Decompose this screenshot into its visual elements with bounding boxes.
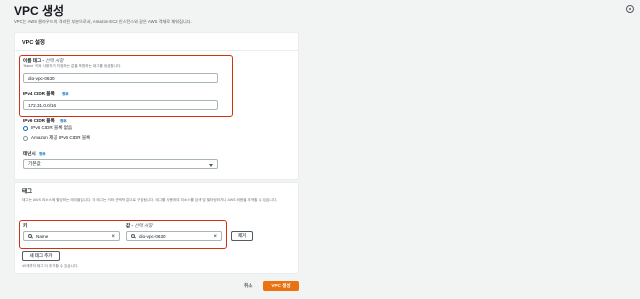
ipv6-option-none-label: IPv6 CIDR 블록 없음	[31, 125, 73, 130]
page-title: VPC 생성	[14, 4, 65, 18]
tag-value-optional: 선택 사항	[134, 223, 153, 228]
ipv4-info-link[interactable]: 정보	[62, 92, 69, 97]
cancel-button[interactable]: 취소	[244, 283, 252, 289]
ipv4-cidr-label: IPv4 CIDR 블록	[23, 91, 55, 96]
tag-key-input[interactable]: Name ×	[23, 231, 120, 241]
ipv6-option-amazon-label: Amazon 제공 IPv6 CIDR 블록	[31, 135, 91, 140]
add-tag-button[interactable]: 새 태그 추가	[22, 251, 60, 261]
search-icon	[28, 234, 32, 238]
create-vpc-button[interactable]: VPC 생성	[263, 281, 299, 291]
settings-icon[interactable]	[626, 5, 634, 13]
ipv6-option-amazon[interactable]: Amazon 제공 IPv6 CIDR 블록	[23, 135, 90, 141]
ipv6-info-link[interactable]: 정보	[60, 119, 67, 124]
radio-unselected[interactable]	[23, 135, 28, 141]
name-tag-optional: 선택 사항	[45, 58, 64, 63]
name-tag-label-text: 이름 태그 -	[23, 58, 46, 63]
search-icon	[131, 234, 135, 238]
name-tag-hint: 'Name' 키와 사용자가 지정하는 값을 포함하는 태그를 생성합니다.	[23, 64, 122, 68]
tag-value-label: 값 - 선택 사항	[126, 223, 153, 229]
ipv6-option-none[interactable]: IPv6 CIDR 블록 없음	[23, 125, 72, 131]
chevron-down-icon	[209, 163, 213, 167]
close-icon[interactable]: ×	[111, 234, 115, 240]
name-tag-input-value: dio-vpc-0630	[28, 75, 55, 81]
tag-key-value: Name	[36, 233, 49, 239]
ipv4-cidr-input[interactable]: 172.31.0.0/16	[23, 100, 218, 110]
vpc-settings-panel: VPC 설정 이름 태그 - 선택 사항 'Name' 키와 사용자가 지정하는…	[14, 32, 299, 180]
tag-value-value: dio-vpc-0630	[139, 233, 166, 239]
tag-key-label: 키	[23, 223, 28, 228]
ipv6-cidr-label: IPv6 CIDR 블록	[23, 118, 55, 123]
tag-value-input[interactable]: dio-vpc-0630 ×	[126, 231, 222, 241]
ipv4-cidr-value: 172.31.0.0/16	[28, 102, 57, 108]
vpc-settings-header: VPC 설정	[15, 33, 298, 51]
tags-description: 태그는 AWS 리소스에 할당하는 레이블입니다. 각 태그는 키와 선택적 값…	[22, 198, 277, 202]
close-icon[interactable]: ×	[213, 234, 217, 240]
tags-header: 태그	[22, 188, 33, 195]
tags-limit-hint: 49개까지 태그 더 추가할 수 있습니다.	[22, 264, 79, 268]
tags-panel: 태그 태그는 AWS 리소스에 할당하는 레이블입니다. 각 태그는 키와 선택…	[14, 182, 299, 274]
radio-selected[interactable]	[23, 125, 28, 131]
tenancy-select[interactable]: 기본값	[23, 159, 218, 169]
page-description: VPC는 AWS 클라우드의 격리된 부분으로서, Amazon EC2 인스턴…	[14, 19, 192, 24]
tenancy-value: 기본값	[28, 161, 41, 166]
name-tag-input[interactable]: dio-vpc-0630	[23, 73, 218, 83]
tenancy-label: 테넌시	[23, 151, 36, 156]
remove-tag-button[interactable]: 제거	[231, 231, 253, 241]
tenancy-info-link[interactable]: 정보	[39, 152, 46, 157]
